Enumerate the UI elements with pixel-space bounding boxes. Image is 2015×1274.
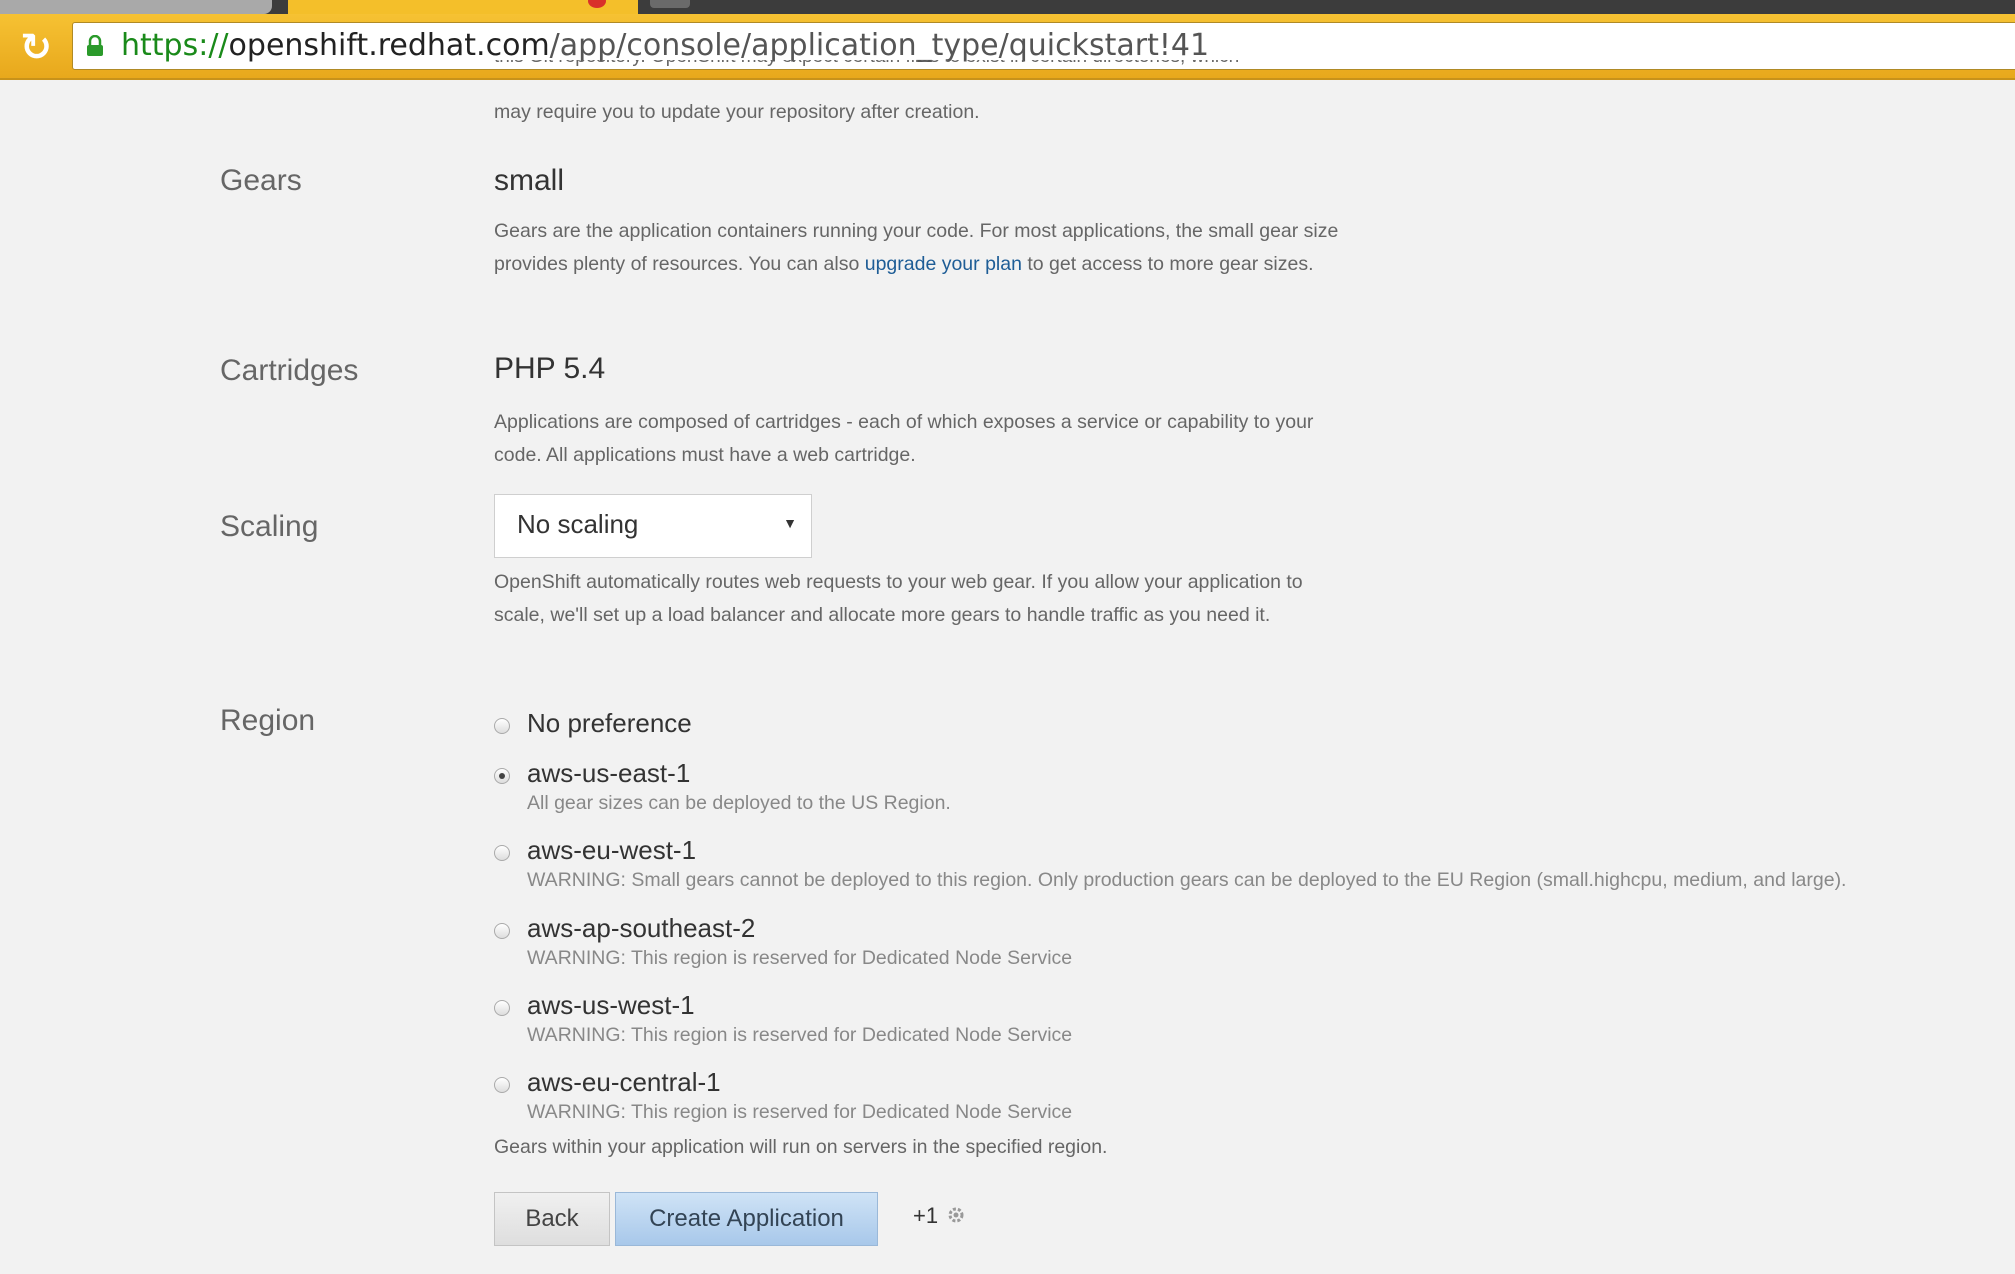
cartridges-label: Cartridges xyxy=(220,354,359,387)
radio-button[interactable] xyxy=(494,923,510,939)
region-option-label: aws-eu-west-1 xyxy=(527,835,697,865)
radio-button[interactable] xyxy=(494,718,510,734)
address-url: https://openshift.redhat.com/app/console… xyxy=(121,28,1210,63)
region-option-label: aws-us-west-1 xyxy=(527,990,695,1020)
region-option-note: All gear sizes can be deployed to the US… xyxy=(527,792,951,814)
region-option-label: No preference xyxy=(527,708,692,738)
region-label: Region xyxy=(220,704,316,737)
clipped-help-line: this Git repository. OpenShift may expec… xyxy=(494,60,1354,82)
radio-button[interactable] xyxy=(494,1077,510,1093)
region-option-label: aws-ap-southeast-2 xyxy=(527,913,756,943)
reload-icon[interactable]: ↻ xyxy=(16,28,56,66)
browser-tab-active[interactable] xyxy=(288,0,638,14)
favicon-icon xyxy=(588,0,606,8)
cartridges-value: PHP 5.4 xyxy=(494,352,606,385)
cartridges-help: Applications are composed of cartridges … xyxy=(494,411,1314,466)
upgrade-plan-link[interactable]: upgrade your plan xyxy=(865,253,1022,275)
chevron-down-icon: ▼ xyxy=(783,515,797,531)
scaling-selected-value: No scaling xyxy=(517,509,639,539)
scaling-help: OpenShift automatically routes web reque… xyxy=(494,571,1303,626)
plus-one-text: +1 xyxy=(913,1203,939,1228)
browser-tab-inactive[interactable] xyxy=(0,0,272,14)
lock-icon xyxy=(87,35,103,56)
region-option-label: aws-eu-central-1 xyxy=(527,1067,721,1097)
scaling-label: Scaling xyxy=(220,510,319,543)
source-help-text: may require you to update your repositor… xyxy=(494,101,980,123)
spinner-icon xyxy=(948,1207,964,1223)
new-tab-button[interactable] xyxy=(650,0,690,8)
gears-value: small xyxy=(494,164,565,197)
region-option-note: WARNING: This region is reserved for Ded… xyxy=(527,947,1073,969)
scaling-select[interactable]: No scaling ▼ xyxy=(494,494,812,558)
radio-button[interactable] xyxy=(494,768,510,784)
gears-label: Gears xyxy=(220,164,302,197)
region-option-note: WARNING: This region is reserved for Ded… xyxy=(527,1101,1073,1123)
region-option-note: WARNING: Small gears cannot be deployed … xyxy=(527,869,1847,891)
region-option-note: WARNING: This region is reserved for Ded… xyxy=(527,1024,1073,1046)
tab-strip xyxy=(0,0,2015,14)
back-button[interactable]: Back xyxy=(494,1192,610,1246)
gears-help: Gears are the application containers run… xyxy=(494,220,1339,275)
region-footer-help: Gears within your application will run o… xyxy=(494,1136,1108,1158)
radio-button[interactable] xyxy=(494,1000,510,1016)
create-application-button[interactable]: Create Application xyxy=(615,1192,878,1246)
region-option-label: aws-us-east-1 xyxy=(527,758,691,788)
radio-button[interactable] xyxy=(494,845,510,861)
